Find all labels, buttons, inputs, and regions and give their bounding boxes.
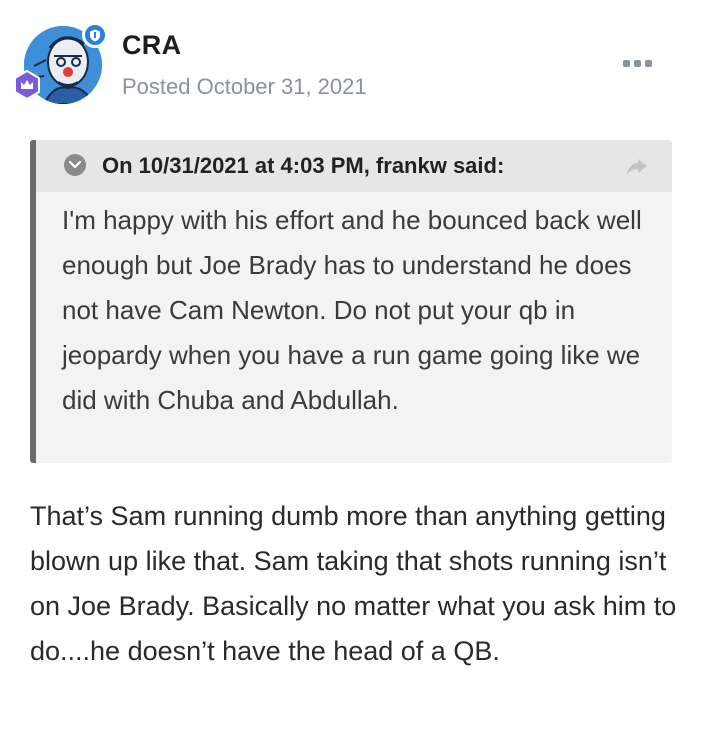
quote-block: On 10/31/2021 at 4:03 PM, frankw said: I…: [30, 140, 672, 463]
quote-citation: On 10/31/2021 at 4:03 PM, frankw said:: [102, 153, 505, 178]
ellipsis-icon[interactable]: [620, 56, 654, 70]
dot: [644, 59, 652, 67]
chevron-down-icon[interactable]: [64, 154, 86, 176]
shield-icon: [82, 22, 108, 48]
author-name[interactable]: CRA: [122, 30, 181, 61]
avatar-group: [14, 22, 108, 110]
post-date: Posted October 31, 2021: [122, 74, 367, 99]
dot: [622, 59, 630, 67]
post-body: That’s Sam running dumb more than anythi…: [30, 501, 677, 666]
quote-header: On 10/31/2021 at 4:03 PM, frankw said:: [36, 140, 672, 192]
quote-text: I'm happy with his effort and he bounced…: [62, 205, 642, 415]
dot: [633, 59, 641, 67]
crown-icon: [12, 69, 42, 101]
share-arrow-icon[interactable]: [624, 156, 650, 178]
forum-post: CRA Posted October 31, 2021 On 10/31/202…: [0, 0, 702, 750]
